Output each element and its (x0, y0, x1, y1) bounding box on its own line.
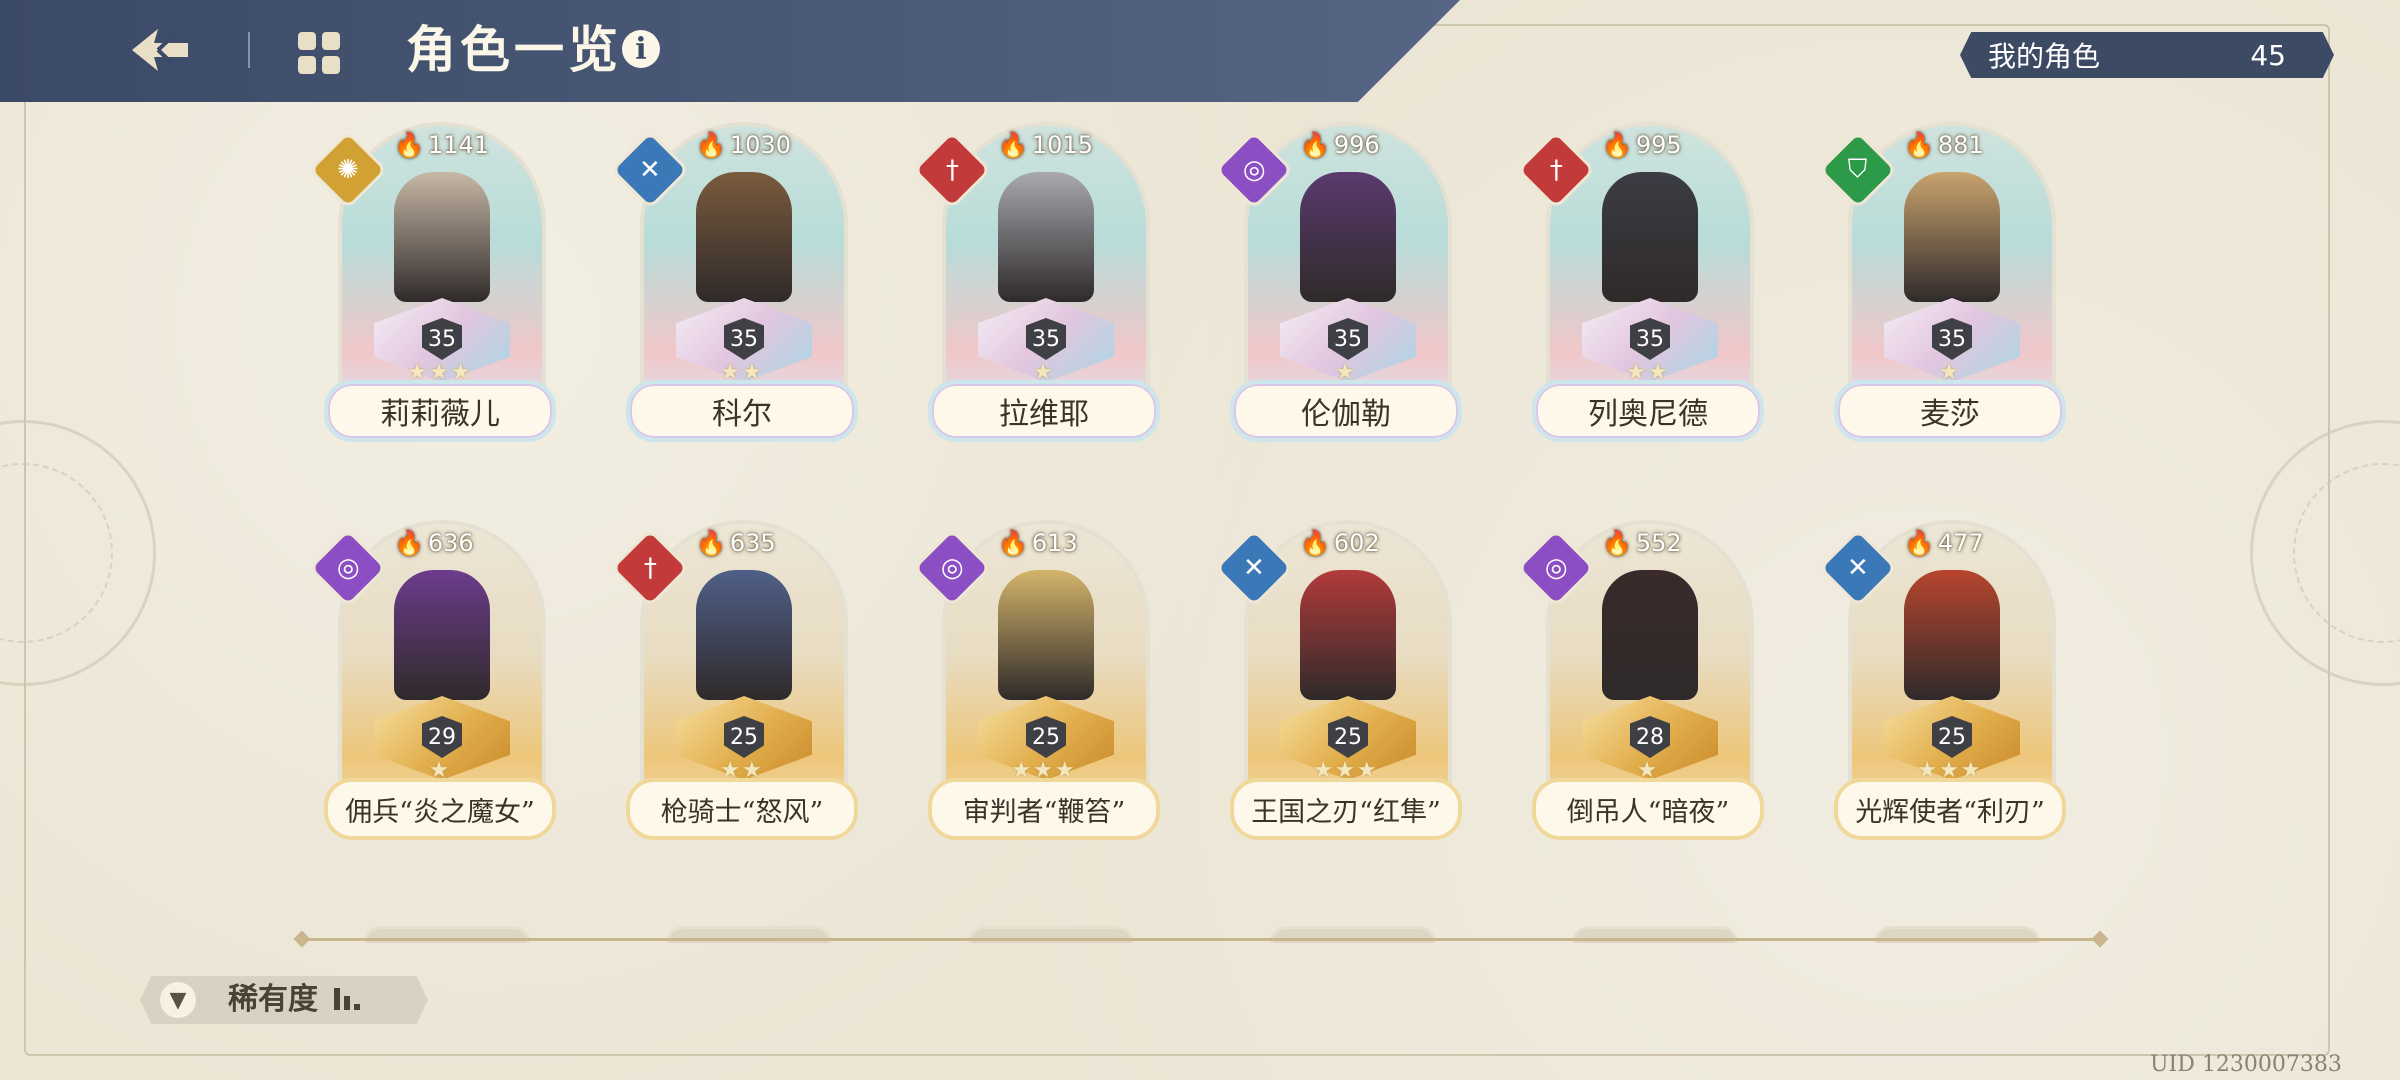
character-card[interactable]: 🔥 881 35 ★ 麦莎 ⛉ (1818, 122, 2068, 452)
power-indicator: 🔥 881 (1904, 130, 1984, 160)
power-indicator: 🔥 1030 (696, 130, 791, 160)
page-title: 角色一览 (406, 20, 622, 79)
power-value: 613 (1031, 529, 1078, 557)
fire-icon: 🔥 (998, 131, 1028, 159)
fire-icon: 🔥 (1602, 529, 1632, 557)
power-indicator: 🔥 996 (1300, 130, 1380, 160)
character-sprite (998, 172, 1094, 302)
character-name: 拉维耶 (928, 380, 1160, 442)
fire-icon: 🔥 (1300, 131, 1330, 159)
scroll-divider (302, 938, 2100, 941)
character-card[interactable]: 🔥 995 35 ★★ 列奥尼德 † (1516, 122, 1766, 452)
power-value: 635 (729, 529, 776, 557)
character-card[interactable]: 🔥 1015 35 ★ 拉维耶 † (912, 122, 1162, 452)
character-card[interactable]: 🔥 635 25 ★★ 枪骑士“怒风” † (610, 520, 860, 850)
fire-icon: 🔥 (696, 529, 726, 557)
character-name: 莉莉薇儿 (324, 380, 556, 442)
power-indicator: 🔥 602 (1300, 528, 1380, 558)
power-value: 996 (1333, 131, 1380, 159)
character-sprite (1904, 172, 2000, 302)
filter-icon[interactable]: ▼ (160, 982, 196, 1018)
character-name: 佣兵“炎之魔女” (324, 778, 556, 840)
power-value: 636 (427, 529, 474, 557)
rarity-filter-label[interactable]: 稀有度 (228, 980, 318, 1020)
power-indicator: 🔥 1141 (394, 130, 489, 160)
fire-icon: 🔥 (394, 529, 424, 557)
character-name: 审判者“鞭笞” (928, 778, 1160, 840)
character-card[interactable]: 🔥 996 35 ★ 伦伽勒 ◎ (1214, 122, 1464, 452)
character-sprite (1300, 570, 1396, 700)
power-value: 1141 (427, 131, 489, 159)
my-characters-label: 我的角色 (1988, 40, 2101, 73)
fire-icon: 🔥 (1300, 529, 1330, 557)
fire-icon: 🔥 (1602, 131, 1632, 159)
character-card[interactable]: 🔥 552 28 ★ 倒吊人“暗夜” ◎ (1516, 520, 1766, 850)
character-sprite (1602, 172, 1698, 302)
power-indicator: 🔥 477 (1904, 528, 1984, 558)
header-bar (0, 0, 1460, 102)
back-button[interactable] (118, 14, 202, 86)
power-value: 1030 (729, 131, 791, 159)
sort-bars-icon[interactable] (332, 986, 368, 1012)
fire-icon: 🔥 (1904, 131, 1934, 159)
info-icon[interactable]: i (622, 30, 660, 68)
power-indicator: 🔥 613 (998, 528, 1078, 558)
header-separator (248, 32, 250, 68)
fire-icon: 🔥 (998, 529, 1028, 557)
power-value: 477 (1937, 529, 1984, 557)
character-card[interactable]: 🔥 477 25 ★★★ 光辉使者“利刃” ✕ (1818, 520, 2068, 850)
fire-icon: 🔥 (696, 131, 726, 159)
power-indicator: 🔥 636 (394, 528, 474, 558)
user-id: UID 1230007383 (2150, 1052, 2342, 1077)
character-name: 枪骑士“怒风” (626, 778, 858, 840)
character-sprite (696, 172, 792, 302)
power-value: 995 (1635, 131, 1682, 159)
character-sprite (394, 570, 490, 700)
character-card[interactable]: 🔥 613 25 ★★★ 审判者“鞭笞” ◎ (912, 520, 1162, 850)
power-indicator: 🔥 1015 (998, 130, 1093, 160)
character-name: 伦伽勒 (1230, 380, 1462, 442)
character-sprite (696, 570, 792, 700)
back-arrow-icon (132, 29, 188, 71)
character-card[interactable]: 🔥 1141 35 ★★★ 莉莉薇儿 ✺ (308, 122, 558, 452)
fire-icon: 🔥 (1904, 529, 1934, 557)
character-name: 列奥尼德 (1532, 380, 1764, 442)
menu-button[interactable] (292, 26, 346, 80)
character-sprite (1602, 570, 1698, 700)
power-value: 881 (1937, 131, 1984, 159)
power-value: 552 (1635, 529, 1682, 557)
power-indicator: 🔥 995 (1602, 130, 1682, 160)
character-sprite (394, 172, 490, 302)
character-sprite (1300, 172, 1396, 302)
character-name: 倒吊人“暗夜” (1532, 778, 1764, 840)
character-name: 科尔 (626, 380, 858, 442)
my-characters-counter: 我的角色 45 (1960, 32, 2334, 78)
power-indicator: 🔥 552 (1602, 528, 1682, 558)
power-indicator: 🔥 635 (696, 528, 776, 558)
character-card[interactable]: 🔥 1030 35 ★★ 科尔 ✕ (610, 122, 860, 452)
power-value: 602 (1333, 529, 1380, 557)
character-card[interactable]: 🔥 602 25 ★★★ 王国之刃“红隼” ✕ (1214, 520, 1464, 850)
character-name: 麦莎 (1834, 380, 2066, 442)
character-name: 光辉使者“利刃” (1834, 778, 2066, 840)
power-value: 1015 (1031, 131, 1093, 159)
character-card[interactable]: 🔥 636 29 ★ 佣兵“炎之魔女” ◎ (308, 520, 558, 850)
grid-menu-icon (298, 32, 340, 74)
my-characters-count: 45 (2250, 38, 2286, 72)
fire-icon: 🔥 (394, 131, 424, 159)
character-sprite (998, 570, 1094, 700)
character-sprite (1904, 570, 2000, 700)
character-name: 王国之刃“红隼” (1230, 778, 1462, 840)
